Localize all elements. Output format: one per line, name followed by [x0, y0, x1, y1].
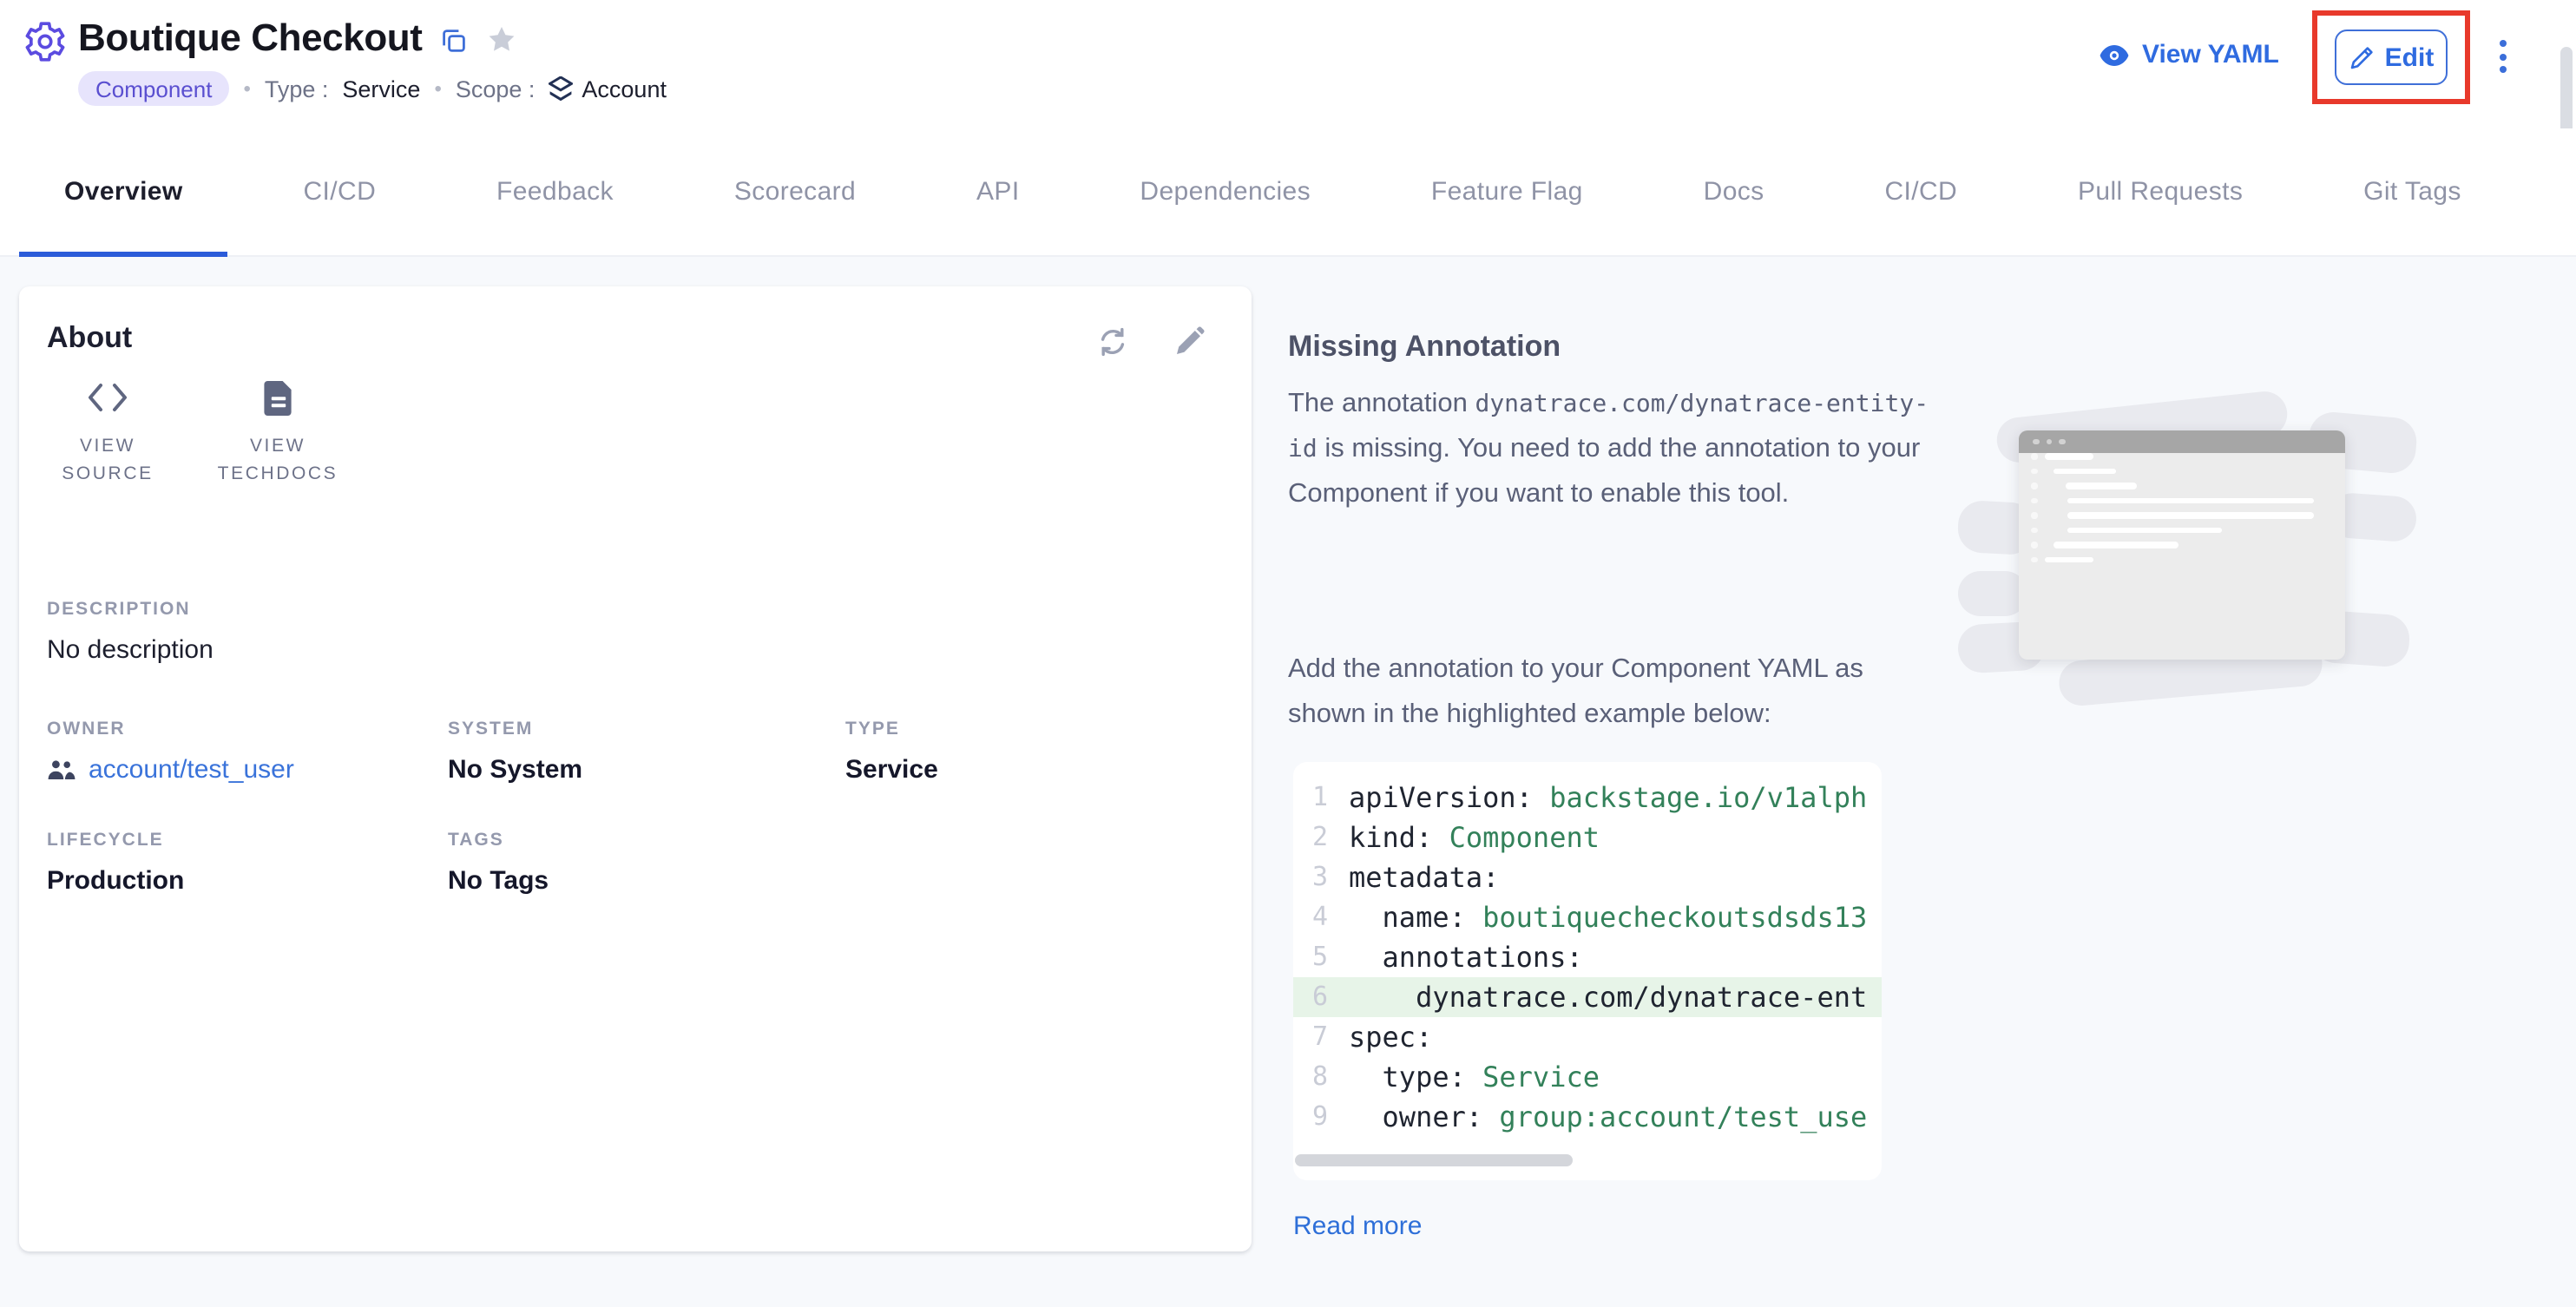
- field-system: SYSTEM No System: [448, 719, 582, 785]
- code-line-4: 4 name: boutiquecheckoutsdsds13: [1293, 897, 1882, 937]
- tab-scorecard[interactable]: Scorecard: [689, 128, 901, 255]
- code-line-1: 1apiVersion: backstage.io/v1alph: [1293, 778, 1882, 818]
- code-horizontal-scrollbar[interactable]: [1295, 1154, 1573, 1166]
- field-owner: OWNER account/test_user: [47, 719, 294, 785]
- pencil-icon: [2349, 44, 2375, 70]
- code-brackets-icon: [87, 377, 128, 418]
- type-label: Type :: [265, 76, 329, 102]
- page-header: Boutique Checkout Component • Type : Ser…: [0, 0, 2576, 128]
- code-line-2: 2kind: Component: [1293, 818, 1882, 857]
- illustration-titlebar: [2019, 430, 2345, 453]
- tab-api[interactable]: API: [931, 128, 1065, 255]
- title-row: Boutique Checkout: [78, 16, 518, 61]
- owner-link[interactable]: account/test_user: [47, 755, 294, 785]
- entity-meta-row: Component • Type : Service • Scope : Acc…: [78, 71, 667, 106]
- missing-annotation-title: Missing Annotation: [1288, 330, 1561, 365]
- about-card-title: About: [47, 321, 132, 356]
- tab-feedback[interactable]: Feedback: [451, 128, 659, 255]
- code-line-9: 9 owner: group:account/test_use: [1293, 1097, 1882, 1137]
- tab-ci-cd[interactable]: CI/CD: [258, 128, 421, 255]
- group-icon: [47, 759, 76, 781]
- tab-dependencies[interactable]: Dependencies: [1094, 128, 1356, 255]
- missing-annotation-body: The annotation dynatrace.com/dynatrace-e…: [1288, 382, 1937, 517]
- content-area: About VIEW S: [0, 257, 2576, 1307]
- entity-kind-badge: Component: [78, 71, 229, 106]
- copy-icon[interactable]: [442, 27, 468, 53]
- lifecycle-value: Production: [47, 866, 184, 896]
- read-more-link[interactable]: Read more: [1293, 1212, 1422, 1241]
- code-window-illustration: [1958, 404, 2420, 703]
- view-yaml-link[interactable]: View YAML: [2099, 40, 2279, 69]
- lifecycle-label: LIFECYCLE: [47, 830, 184, 851]
- edit-button[interactable]: Edit: [2335, 30, 2448, 85]
- system-label: SYSTEM: [448, 719, 582, 739]
- scope-value-wrap: Account: [549, 76, 667, 102]
- owner-label: OWNER: [47, 719, 294, 739]
- tab-overview[interactable]: Overview: [19, 128, 228, 255]
- owner-value: account/test_user: [89, 755, 294, 785]
- type-field-value: Service: [845, 755, 938, 785]
- tab-ci-cd[interactable]: CI/CD: [1839, 128, 2002, 255]
- page-title: Boutique Checkout: [78, 16, 423, 61]
- component-gear-icon: [23, 19, 68, 64]
- about-actions: VIEW SOURCE VIEW TECHDOCS: [33, 377, 352, 488]
- view-techdocs-label: VIEW TECHDOCS: [205, 432, 351, 488]
- separator-dot: •: [243, 76, 250, 101]
- system-value: No System: [448, 755, 582, 785]
- tags-value: No Tags: [448, 866, 549, 896]
- view-source-label: VIEW SOURCE: [35, 432, 181, 488]
- code-line-6: 6 dynatrace.com/dynatrace-ent: [1293, 977, 1882, 1017]
- edit-about-icon[interactable]: [1172, 325, 1206, 359]
- more-options-menu[interactable]: [2494, 40, 2512, 79]
- yaml-code-block: 1apiVersion: backstage.io/v1alph2kind: C…: [1293, 762, 1882, 1180]
- tab-bar: OverviewCI/CDFeedbackScorecardAPIDepende…: [0, 128, 2576, 257]
- description-label: DESCRIPTION: [47, 599, 214, 620]
- field-lifecycle: LIFECYCLE Production: [47, 830, 184, 896]
- document-icon: [263, 377, 292, 418]
- code-line-3: 3metadata:: [1293, 857, 1882, 897]
- body-pre: The annotation: [1288, 389, 1475, 418]
- code-line-5: 5 annotations:: [1293, 937, 1882, 977]
- tags-label: TAGS: [448, 830, 549, 851]
- separator-dot: •: [434, 76, 441, 101]
- field-tags: TAGS No Tags: [448, 830, 549, 896]
- view-source-button[interactable]: VIEW SOURCE: [33, 377, 182, 488]
- tab-git-tags[interactable]: Git Tags: [2318, 128, 2507, 255]
- edit-button-label: Edit: [2385, 43, 2435, 72]
- body-post: is missing. You need to add the annotati…: [1288, 434, 1920, 509]
- tab-feature-flag[interactable]: Feature Flag: [1386, 128, 1628, 255]
- about-card: About VIEW S: [19, 286, 1252, 1251]
- eye-icon: [2099, 43, 2130, 67]
- annotation-instruction: Add the annotation to your Component YAM…: [1288, 647, 1937, 738]
- type-value: Service: [342, 76, 420, 102]
- view-techdocs-button[interactable]: VIEW TECHDOCS: [203, 377, 352, 488]
- field-description: DESCRIPTION No description: [47, 599, 214, 665]
- layers-icon: [549, 76, 573, 102]
- field-type: TYPE Service: [845, 719, 938, 785]
- tab-docs[interactable]: Docs: [1659, 128, 1810, 255]
- tab-pull-requests[interactable]: Pull Requests: [2033, 128, 2288, 255]
- view-yaml-label: View YAML: [2142, 40, 2279, 69]
- refresh-icon[interactable]: [1095, 325, 1130, 359]
- entity-page: Boutique Checkout Component • Type : Ser…: [0, 0, 2576, 1307]
- favorite-star-icon[interactable]: [487, 24, 518, 56]
- code-line-7: 7spec:: [1293, 1017, 1882, 1057]
- description-value: No description: [47, 635, 214, 665]
- scope-label: Scope :: [456, 76, 536, 102]
- code-line-8: 8 type: Service: [1293, 1057, 1882, 1097]
- scope-value: Account: [582, 76, 667, 102]
- type-field-label: TYPE: [845, 719, 938, 739]
